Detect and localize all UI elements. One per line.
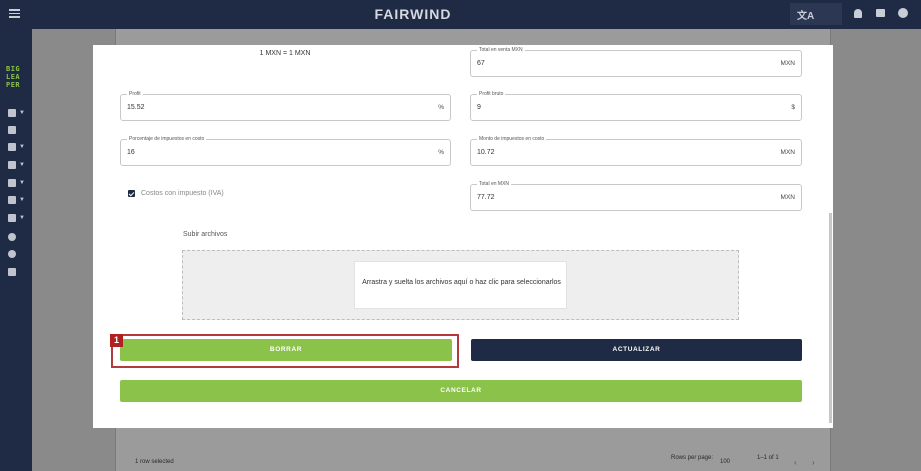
dropzone-text: Arrastra y suelta los archivos aquí o ha… [362, 279, 561, 286]
field-label: Total en venta MXN [477, 47, 525, 53]
company-logo: BIG LEA PER [6, 65, 21, 89]
upload-title: Subir archivos [183, 231, 228, 238]
sidebar-item-routes[interactable]: ▼ [8, 179, 26, 189]
chevron-down-icon: ▼ [19, 215, 25, 221]
update-button[interactable]: ACTUALIZAR [471, 339, 802, 361]
file-dropzone[interactable]: Arrastra y suelta los archivos aquí o ha… [182, 250, 739, 320]
rows-per-page-select[interactable]: 100 [720, 459, 730, 465]
pagination-text: 1–1 of 1 [757, 455, 779, 461]
edit-dialog: 1 MXN = 1 MXN Total en venta MXN 67 MXN … [93, 45, 833, 428]
sidebar: BIG LEA PER ▼ ▼ ▼ ▼ ▼ ▼ [0, 29, 32, 471]
search-icon [8, 250, 16, 258]
sidebar-item-help[interactable] [8, 233, 26, 243]
chevron-down-icon: ▼ [19, 197, 25, 203]
chevron-down-icon: ▼ [19, 180, 25, 186]
modal-scrollbar[interactable] [829, 213, 832, 423]
rows-selected-text: 1 row selected [135, 459, 174, 465]
sidebar-item-finance[interactable]: ▼ [8, 143, 26, 153]
field-value: 16 [127, 149, 135, 156]
tax-amount-field[interactable]: Monto de impuestos en costo 10.72 MXN [470, 136, 802, 166]
document-icon [8, 109, 16, 117]
brand-title: FAIRWIND [374, 6, 452, 22]
field-label: Porcentaje de impuestos en costo [127, 136, 207, 142]
annotation-marker: 1 [110, 334, 123, 347]
dropzone-target[interactable]: Arrastra y suelta los archivos aquí o ha… [354, 261, 567, 309]
tax-percent-field[interactable]: Porcentaje de impuestos en costo 16 % [120, 136, 451, 166]
report-icon [8, 214, 16, 222]
account-icon[interactable] [898, 8, 908, 18]
wallet-icon [8, 143, 16, 151]
field-label: Profit bruto [477, 91, 506, 97]
field-label: Monto de impuestos en costo [477, 136, 547, 142]
tax-included-label: Costos con impuesto (IVA) [141, 190, 224, 197]
field-value: 77.72 [477, 194, 495, 201]
chevron-down-icon: ▼ [19, 144, 25, 150]
next-page-icon[interactable]: › [812, 458, 815, 467]
field-value: 67 [477, 60, 485, 67]
person-run-icon [8, 161, 16, 169]
field-suffix: % [438, 104, 444, 111]
route-icon [8, 179, 16, 187]
field-label: Total en MXN [477, 181, 512, 187]
notifications-icon[interactable] [854, 9, 862, 18]
total-mxn-field[interactable]: Total en MXN 77.72 MXN [470, 181, 802, 211]
messages-icon[interactable] [876, 9, 885, 17]
top-app-bar: FAIRWIND 文A [0, 0, 921, 29]
annotation-highlight-box [111, 334, 459, 368]
rows-per-page-label: Rows per page: [671, 455, 714, 461]
tag-icon [8, 126, 16, 134]
field-suffix: $ [791, 104, 795, 111]
help-icon [8, 233, 16, 241]
profit-field[interactable]: Profit 15.52 % [120, 91, 451, 121]
sidebar-item-settings[interactable]: ▼ [8, 196, 26, 206]
field-value: 9 [477, 104, 481, 111]
chevron-down-icon: ▼ [19, 110, 25, 116]
field-label: Profit [127, 91, 143, 97]
sidebar-item-documents[interactable]: ▼ [8, 109, 26, 119]
exchange-rate-text: 1 MXN = 1 MXN [259, 50, 311, 57]
sidebar-item-activities[interactable]: ▼ [8, 161, 26, 171]
tax-included-checkbox[interactable] [128, 190, 135, 197]
field-suffix: MXN [780, 194, 795, 201]
gear-icon [8, 196, 16, 204]
sidebar-item-tags[interactable] [8, 126, 26, 136]
field-suffix: MXN [780, 60, 795, 67]
prev-page-icon[interactable]: ‹ [794, 458, 797, 467]
field-value: 15.52 [127, 104, 145, 111]
gross-profit-field[interactable]: Profit bruto 9 $ [470, 91, 802, 121]
field-suffix: % [438, 149, 444, 156]
translate-icon[interactable]: 文A [797, 7, 814, 22]
field-suffix: MXN [780, 149, 795, 156]
total-sale-field[interactable]: Total en venta MXN 67 MXN [470, 47, 802, 77]
cancel-button[interactable]: CANCELAR [120, 380, 802, 402]
sidebar-item-map[interactable] [8, 268, 26, 278]
map-icon [8, 268, 16, 276]
chevron-down-icon: ▼ [19, 162, 25, 168]
sidebar-item-search[interactable] [8, 250, 26, 260]
sidebar-item-reports[interactable]: ▼ [8, 214, 26, 224]
field-value: 10.72 [477, 149, 495, 156]
